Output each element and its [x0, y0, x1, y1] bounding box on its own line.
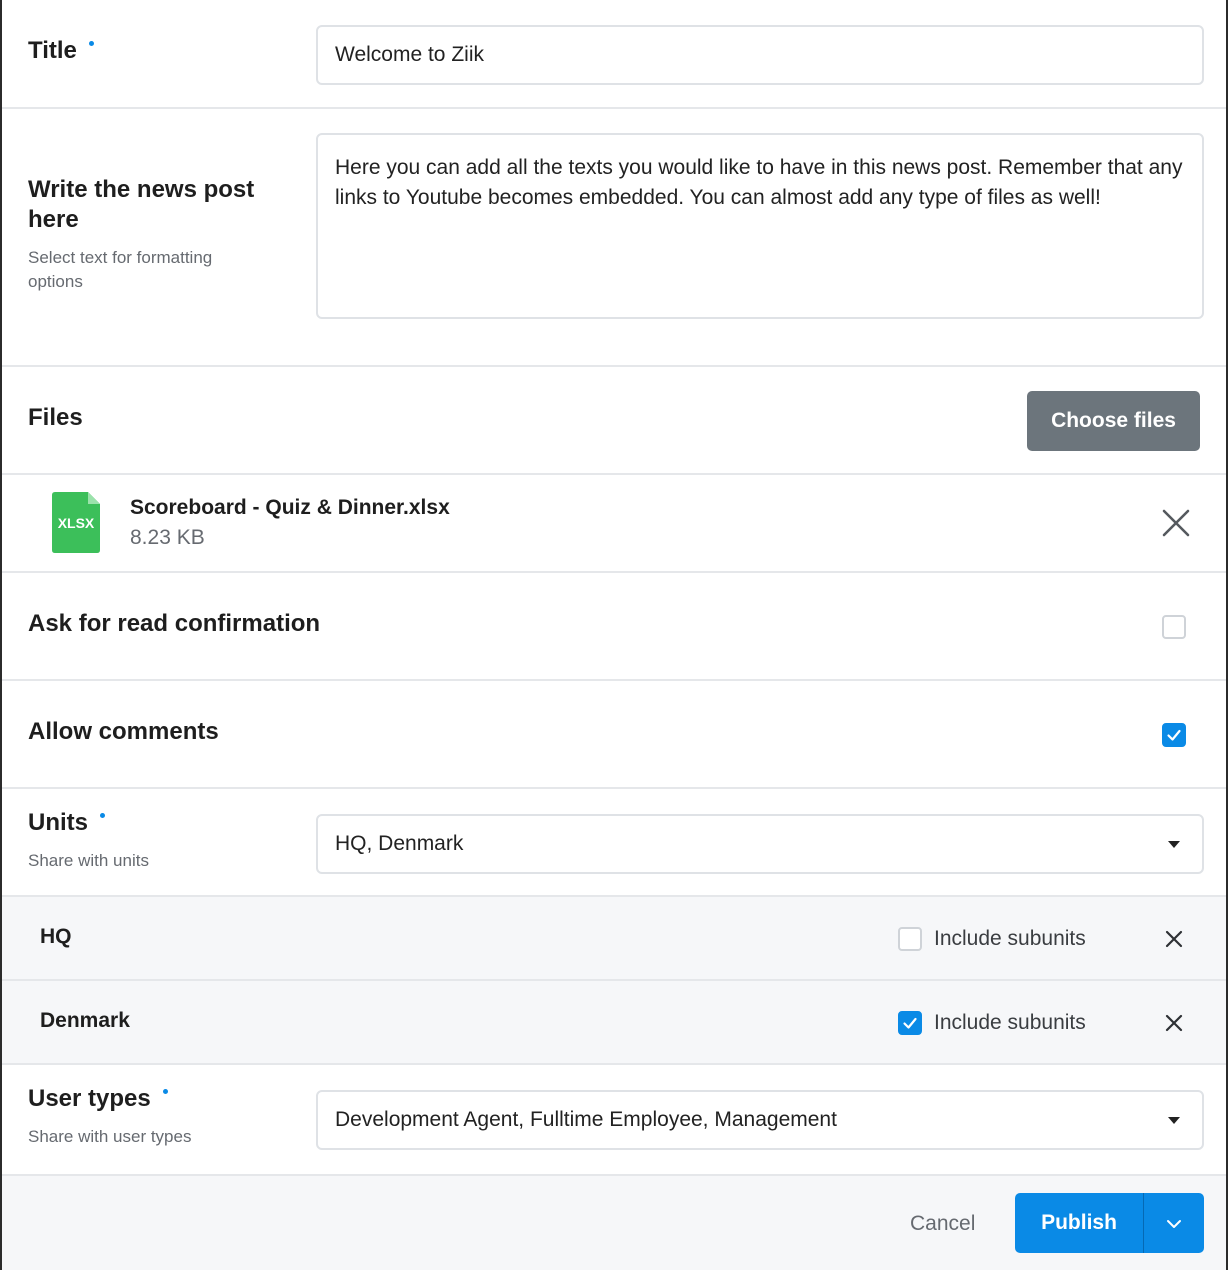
units-select[interactable]: HQ, Denmark — [316, 814, 1204, 874]
remove-unit-close-icon[interactable] — [1165, 930, 1183, 948]
cancel-button[interactable]: Cancel — [910, 1212, 975, 1236]
units-selected-value: HQ, Denmark — [335, 832, 464, 855]
xlsx-file-icon: XLSX — [52, 492, 100, 553]
post-body-label: Write the news post here — [28, 175, 254, 235]
news-post-form: Title Welcome to Ziik Write the news pos… — [0, 0, 1228, 1270]
user-types-select[interactable]: Development Agent, Fulltime Employee, Ma… — [316, 1090, 1204, 1150]
unit-name: Denmark — [40, 1009, 130, 1032]
xlsx-icon-text: XLSX — [57, 515, 95, 531]
checkmark-icon — [1167, 729, 1181, 741]
read-confirmation-row: Ask for read confirmation — [2, 573, 1226, 681]
post-body-hint: Select text for formatting options — [28, 246, 212, 294]
required-dot-icon — [100, 813, 105, 818]
checkmark-icon — [903, 1017, 917, 1029]
include-subunits-checkbox[interactable] — [898, 927, 922, 951]
user-types-hint: Share with user types — [28, 1127, 192, 1146]
publish-split-button: Publish — [1015, 1193, 1204, 1253]
title-row: Title Welcome to Ziik — [2, 0, 1226, 109]
read-confirmation-label: Ask for read confirmation — [28, 610, 321, 637]
post-body-row: Write the news post here Select text for… — [2, 109, 1226, 367]
form-footer: Cancel Publish — [2, 1174, 1226, 1270]
unit-item-denmark: Denmark Include subunits — [2, 981, 1226, 1065]
include-subunits-label: Include subunits — [934, 1011, 1086, 1034]
post-body-editor[interactable]: Here you can add all the texts you would… — [316, 133, 1204, 319]
remove-file-close-icon[interactable] — [1162, 509, 1190, 537]
units-hint: Share with units — [28, 851, 149, 870]
post-body-label-line1: Write the news post — [28, 176, 255, 203]
title-input-value: Welcome to Ziik — [335, 43, 484, 66]
required-dot-icon — [162, 1089, 168, 1094]
file-item: XLSX Scoreboard - Quiz & Dinner.xlsx 8.2… — [2, 475, 1226, 573]
post-body-hint-line1: Select text for formatting — [28, 248, 213, 267]
allow-comments-label: Allow comments — [28, 718, 219, 745]
choose-files-button[interactable]: Choose files — [1027, 391, 1200, 451]
chevron-down-icon — [1168, 841, 1180, 848]
files-row: Files Choose files — [2, 367, 1226, 475]
remove-unit-close-icon[interactable] — [1165, 1014, 1183, 1032]
include-subunits-checkbox[interactable] — [898, 1011, 922, 1035]
unit-item-hq: HQ Include subunits — [2, 897, 1226, 981]
read-confirmation-checkbox[interactable] — [1162, 615, 1186, 639]
post-body-hint-line2: options — [28, 272, 83, 291]
title-label: Title — [28, 37, 94, 65]
files-label: Files — [28, 404, 83, 431]
unit-name: HQ — [40, 925, 72, 948]
required-dot-icon — [88, 41, 94, 46]
user-types-label: User types — [28, 1085, 168, 1113]
user-types-selected-value: Development Agent, Fulltime Employee, Ma… — [335, 1108, 837, 1131]
post-body-text: Here you can add all the texts you would… — [335, 156, 1183, 209]
publish-options-chevron-down-icon[interactable] — [1144, 1193, 1204, 1253]
units-row: Units Share with units HQ, Denmark — [2, 789, 1226, 897]
allow-comments-row: Allow comments — [2, 681, 1226, 789]
publish-button[interactable]: Publish — [1015, 1193, 1143, 1253]
title-input[interactable]: Welcome to Ziik — [316, 25, 1204, 85]
user-types-row: User types Share with user types Develop… — [2, 1065, 1226, 1174]
chevron-down-icon — [1168, 1117, 1180, 1124]
include-subunits-label: Include subunits — [934, 927, 1086, 950]
file-name: Scoreboard - Quiz & Dinner.xlsx — [130, 496, 450, 519]
post-body-label-line2: here — [28, 206, 79, 233]
file-size: 8.23 KB — [130, 526, 205, 549]
units-label: Units — [28, 809, 105, 837]
allow-comments-checkbox[interactable] — [1162, 723, 1186, 747]
